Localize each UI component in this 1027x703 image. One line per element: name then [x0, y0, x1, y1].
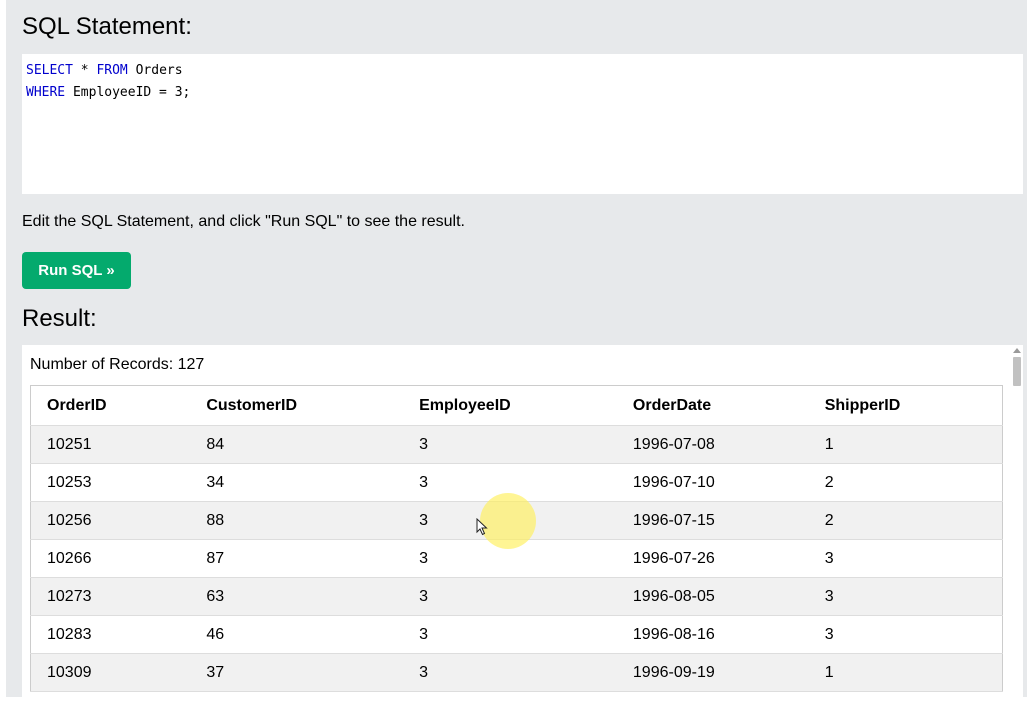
table-cell: 1996-07-08 — [616, 425, 809, 464]
table-cell: 1996-09-19 — [616, 653, 809, 692]
table-cell: 87 — [190, 539, 404, 578]
column-header: ShipperID — [808, 385, 1003, 426]
table-row: 10283 46 3 1996-08-16 3 — [30, 615, 1003, 654]
table-cell: 10273 — [30, 577, 191, 616]
table-cell: 10266 — [30, 539, 191, 578]
table-cell: 1 — [808, 425, 1003, 464]
arrow-pointer-icon — [476, 518, 488, 536]
sql-editor[interactable]: SELECT * FROM Orders WHERE EmployeeID = … — [22, 54, 1023, 194]
click-highlight — [480, 493, 536, 549]
keyword-where: WHERE — [26, 85, 66, 100]
code-text: * — [72, 63, 97, 78]
code-line-1: SELECT * FROM Orders — [26, 60, 1019, 82]
table-cell: 3 — [808, 577, 1003, 616]
table-cell: 1996-08-16 — [616, 615, 809, 654]
table-header-row: OrderID CustomerID EmployeeID OrderDate … — [30, 385, 1003, 426]
table-row: 10273 63 3 1996-08-05 3 — [30, 577, 1003, 616]
table-cell: 3 — [808, 615, 1003, 654]
column-header: CustomerID — [190, 385, 404, 426]
table-cell: 2 — [808, 463, 1003, 502]
scrollbar-thumb[interactable] — [1013, 357, 1021, 386]
keyword-select: SELECT — [26, 63, 73, 78]
table-row: 10251 84 3 1996-07-08 1 — [30, 425, 1003, 464]
table-cell: 3 — [808, 539, 1003, 578]
table-row: 10309 37 3 1996-09-19 1 — [30, 653, 1003, 692]
sql-statement-heading: SQL Statement: — [22, 13, 192, 40]
code-line-2: WHERE EmployeeID = 3; — [26, 82, 1019, 104]
triangle-up-icon[interactable] — [1013, 348, 1021, 353]
column-header: OrderID — [30, 385, 191, 426]
table-cell: 63 — [190, 577, 404, 616]
table-cell: 2 — [808, 501, 1003, 540]
table-cell: 1996-07-15 — [616, 501, 809, 540]
table-cell: 3 — [403, 615, 617, 654]
keyword-from: FROM — [96, 63, 128, 78]
run-sql-button[interactable]: Run SQL » — [22, 252, 131, 289]
table-cell: 3 — [403, 653, 617, 692]
code-text: EmployeeID = 3; — [65, 85, 191, 100]
result-heading: Result: — [22, 305, 97, 332]
table-cell: 37 — [190, 653, 404, 692]
records-count: Number of Records: 127 — [30, 356, 205, 373]
table-cell: 10256 — [30, 501, 191, 540]
code-text: Orders — [127, 63, 183, 78]
table-cell: 3 — [403, 577, 617, 616]
column-header: OrderDate — [616, 385, 809, 426]
table-cell: 10283 — [30, 615, 191, 654]
column-header: EmployeeID — [403, 385, 617, 426]
result-scrollbar[interactable] — [1011, 348, 1023, 697]
table-cell: 46 — [190, 615, 404, 654]
table-cell: 84 — [190, 425, 404, 464]
table-cell: 1996-08-05 — [616, 577, 809, 616]
table-cell: 3 — [403, 425, 617, 464]
table-cell: 10309 — [30, 653, 191, 692]
table-cell: 10251 — [30, 425, 191, 464]
table-cell: 10253 — [30, 463, 191, 502]
table-cell: 1996-07-26 — [616, 539, 809, 578]
table-cell: 1 — [808, 653, 1003, 692]
table-cell: 1996-07-10 — [616, 463, 809, 502]
instruction-text: Edit the SQL Statement, and click "Run S… — [22, 213, 465, 230]
table-cell: 34 — [190, 463, 404, 502]
table-cell: 88 — [190, 501, 404, 540]
